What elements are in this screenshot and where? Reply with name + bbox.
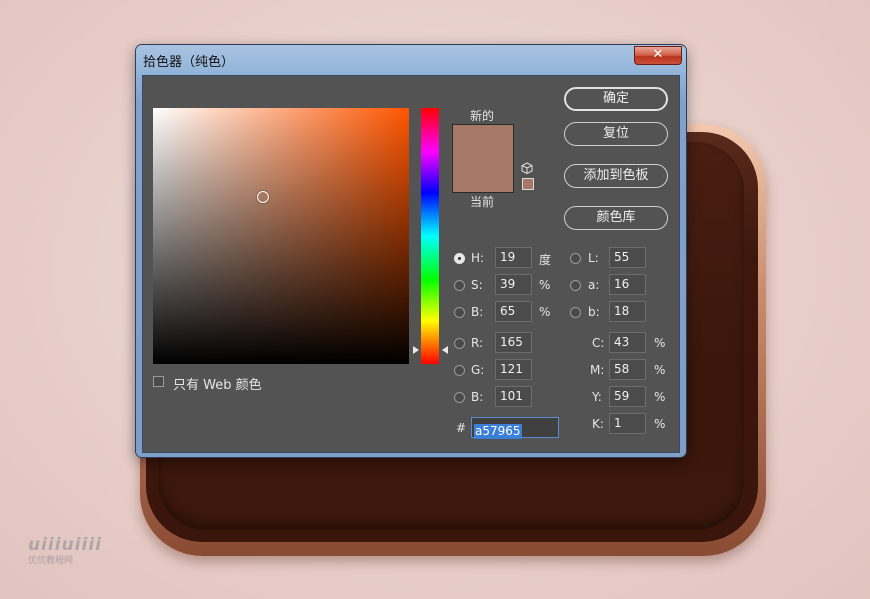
hue-slider-handle-right[interactable] bbox=[442, 346, 448, 354]
color-field[interactable] bbox=[153, 108, 409, 364]
k-input[interactable]: 1 bbox=[609, 413, 646, 434]
dialog-client-area: 新的 当前 确定 复位 添加到色板 颜色库 H: 19 度 S: 39 % B:… bbox=[142, 75, 680, 453]
close-button[interactable]: ✕ bbox=[634, 46, 682, 65]
g-input[interactable]: 121 bbox=[495, 359, 532, 380]
new-color-label: 新的 bbox=[470, 109, 495, 123]
out-of-gamut-cube-icon[interactable] bbox=[521, 162, 533, 174]
hue-slider[interactable] bbox=[421, 108, 439, 364]
m-unit: % bbox=[654, 363, 666, 377]
c-label: C: bbox=[592, 336, 605, 350]
s-unit: % bbox=[539, 278, 551, 292]
m-label: M: bbox=[590, 363, 605, 377]
brightness-input[interactable]: 65 bbox=[495, 301, 532, 322]
dialog-title: 拾色器（纯色） bbox=[143, 55, 235, 70]
watermark-logo: uiiiuiiii bbox=[28, 535, 102, 555]
brightness-unit: % bbox=[539, 305, 551, 319]
hex-input[interactable]: a57965 bbox=[471, 417, 559, 439]
s-label: S: bbox=[471, 278, 483, 292]
color-field-cursor[interactable] bbox=[257, 191, 269, 203]
radio-b-blue[interactable] bbox=[454, 392, 465, 403]
radio-l[interactable] bbox=[570, 253, 581, 264]
ok-button[interactable]: 确定 bbox=[564, 87, 668, 111]
y-input[interactable]: 59 bbox=[609, 386, 646, 407]
k-unit: % bbox=[654, 417, 666, 431]
add-to-swatches-button[interactable]: 添加到色板 bbox=[564, 164, 668, 188]
s-input[interactable]: 39 bbox=[495, 274, 532, 295]
radio-s[interactable] bbox=[454, 280, 465, 291]
close-icon: ✕ bbox=[652, 47, 664, 62]
y-label: Y: bbox=[592, 390, 602, 404]
web-colors-only-checkbox[interactable] bbox=[153, 376, 164, 387]
a-input[interactable]: 16 bbox=[609, 274, 646, 295]
radio-r[interactable] bbox=[454, 338, 465, 349]
k-label: K: bbox=[592, 417, 604, 431]
radio-g[interactable] bbox=[454, 365, 465, 376]
c-unit: % bbox=[654, 336, 666, 350]
l-label: L: bbox=[588, 251, 599, 265]
r-input[interactable]: 165 bbox=[495, 332, 532, 353]
new-color-swatch bbox=[452, 124, 514, 159]
watermark: uiiiuiiii 优优教程网 bbox=[28, 535, 102, 566]
h-input[interactable]: 19 bbox=[495, 247, 532, 268]
blue-label: B: bbox=[471, 390, 484, 404]
brightness-label: B: bbox=[471, 305, 484, 319]
color-libraries-button[interactable]: 颜色库 bbox=[564, 206, 668, 230]
hex-value: a57965 bbox=[474, 424, 522, 439]
color-picker-dialog: 拾色器（纯色） ✕ 新的 当前 确定 复位 添加到色板 颜色库 H: 19 度 bbox=[136, 45, 686, 457]
web-colors-only-label: 只有 Web 颜色 bbox=[173, 378, 262, 393]
m-input[interactable]: 58 bbox=[609, 359, 646, 380]
hex-label: # bbox=[456, 421, 467, 435]
hue-slider-handle-left[interactable] bbox=[413, 346, 419, 354]
lab-b-label: b: bbox=[588, 305, 600, 319]
radio-a[interactable] bbox=[570, 280, 581, 291]
lab-b-input[interactable]: 18 bbox=[609, 301, 646, 322]
current-color-label: 当前 bbox=[470, 195, 495, 209]
current-color-swatch[interactable] bbox=[452, 158, 514, 193]
reset-button[interactable]: 复位 bbox=[564, 122, 668, 146]
web-safe-swatch[interactable] bbox=[522, 178, 534, 190]
radio-lab-b[interactable] bbox=[570, 307, 581, 318]
blue-input[interactable]: 101 bbox=[495, 386, 532, 407]
h-unit: 度 bbox=[539, 253, 552, 267]
radio-b-brightness[interactable] bbox=[454, 307, 465, 318]
radio-h[interactable] bbox=[454, 253, 465, 264]
c-input[interactable]: 43 bbox=[609, 332, 646, 353]
h-label: H: bbox=[471, 251, 485, 265]
r-label: R: bbox=[471, 336, 484, 350]
a-label: a: bbox=[588, 278, 600, 292]
y-unit: % bbox=[654, 390, 666, 404]
g-label: G: bbox=[471, 363, 485, 377]
l-input[interactable]: 55 bbox=[609, 247, 646, 268]
